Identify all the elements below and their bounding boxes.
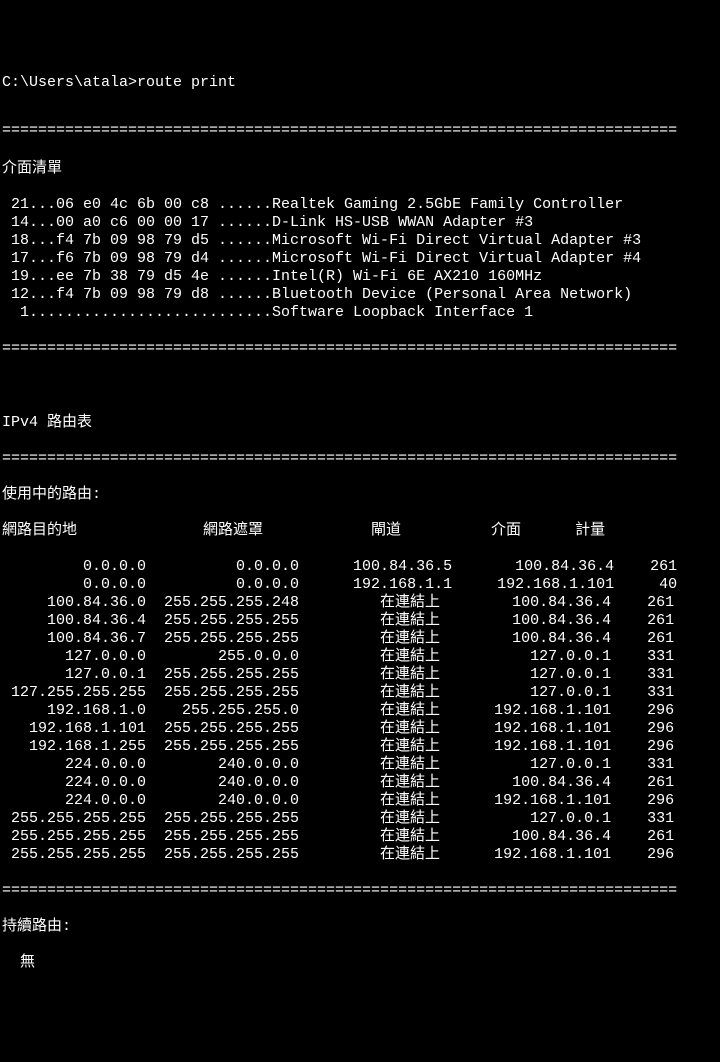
route-row: 255.255.255.255 255.255.255.255 在連結上 127… xyxy=(2,810,718,828)
interface-entry: 21...06 e0 4c 6b 00 c8 ......Realtek Gam… xyxy=(2,196,718,214)
interface-list-header: 介面清單 xyxy=(2,160,718,178)
separator-line: ========================================… xyxy=(2,882,718,900)
interface-entry: 18...f4 7b 09 98 79 d5 ......Microsoft W… xyxy=(2,232,718,250)
interface-entries: 21...06 e0 4c 6b 00 c8 ......Realtek Gam… xyxy=(2,196,718,322)
route-row: 127.255.255.255 255.255.255.255 在連結上 127… xyxy=(2,684,718,702)
route-row: 192.168.1.255 255.255.255.255 在連結上 192.1… xyxy=(2,738,718,756)
route-row: 255.255.255.255 255.255.255.255 在連結上 100… xyxy=(2,828,718,846)
route-row: 100.84.36.4 255.255.255.255 在連結上 100.84.… xyxy=(2,612,718,630)
separator-line: ========================================… xyxy=(2,122,718,140)
route-row: 224.0.0.0 240.0.0.0 在連結上 192.168.1.101 2… xyxy=(2,792,718,810)
command-prompt: C:\Users\atala>route print xyxy=(2,74,718,92)
interface-entry: 12...f4 7b 09 98 79 d8 ......Bluetooth D… xyxy=(2,286,718,304)
blank-line xyxy=(2,376,718,394)
route-row: 224.0.0.0 240.0.0.0 在連結上 127.0.0.1 331 xyxy=(2,756,718,774)
route-table-body: 0.0.0.0 0.0.0.0 100.84.36.5 100.84.36.4 … xyxy=(2,558,718,864)
separator-line: ========================================… xyxy=(2,450,718,468)
route-row: 0.0.0.0 0.0.0.0 192.168.1.1 192.168.1.10… xyxy=(2,576,718,594)
route-row: 127.0.0.0 255.0.0.0 在連結上 127.0.0.1 331 xyxy=(2,648,718,666)
route-row: 100.84.36.7 255.255.255.255 在連結上 100.84.… xyxy=(2,630,718,648)
route-row: 100.84.36.0 255.255.255.248 在連結上 100.84.… xyxy=(2,594,718,612)
interface-entry: 14...00 a0 c6 00 00 17 ......D-Link HS-U… xyxy=(2,214,718,232)
route-row: 192.168.1.0 255.255.255.0 在連結上 192.168.1… xyxy=(2,702,718,720)
persistent-routes-header: 持續路由: xyxy=(2,918,718,936)
interface-entry: 1...........................Software Loo… xyxy=(2,304,718,322)
route-row: 255.255.255.255 255.255.255.255 在連結上 192… xyxy=(2,846,718,864)
route-row: 192.168.1.101 255.255.255.255 在連結上 192.1… xyxy=(2,720,718,738)
separator-line: ========================================… xyxy=(2,340,718,358)
route-row: 224.0.0.0 240.0.0.0 在連結上 100.84.36.4 261 xyxy=(2,774,718,792)
route-table-columns: 網路目的地 網路遮罩 閘道 介面 計量 xyxy=(2,522,718,540)
interface-entry: 19...ee 7b 38 79 d5 4e ......Intel(R) Wi… xyxy=(2,268,718,286)
ipv4-route-table-header: IPv4 路由表 xyxy=(2,414,718,432)
active-routes-header: 使用中的路由: xyxy=(2,486,718,504)
persistent-routes-none: 無 xyxy=(2,954,718,972)
route-row: 0.0.0.0 0.0.0.0 100.84.36.5 100.84.36.4 … xyxy=(2,558,718,576)
route-row: 127.0.0.1 255.255.255.255 在連結上 127.0.0.1… xyxy=(2,666,718,684)
interface-entry: 17...f6 7b 09 98 79 d4 ......Microsoft W… xyxy=(2,250,718,268)
